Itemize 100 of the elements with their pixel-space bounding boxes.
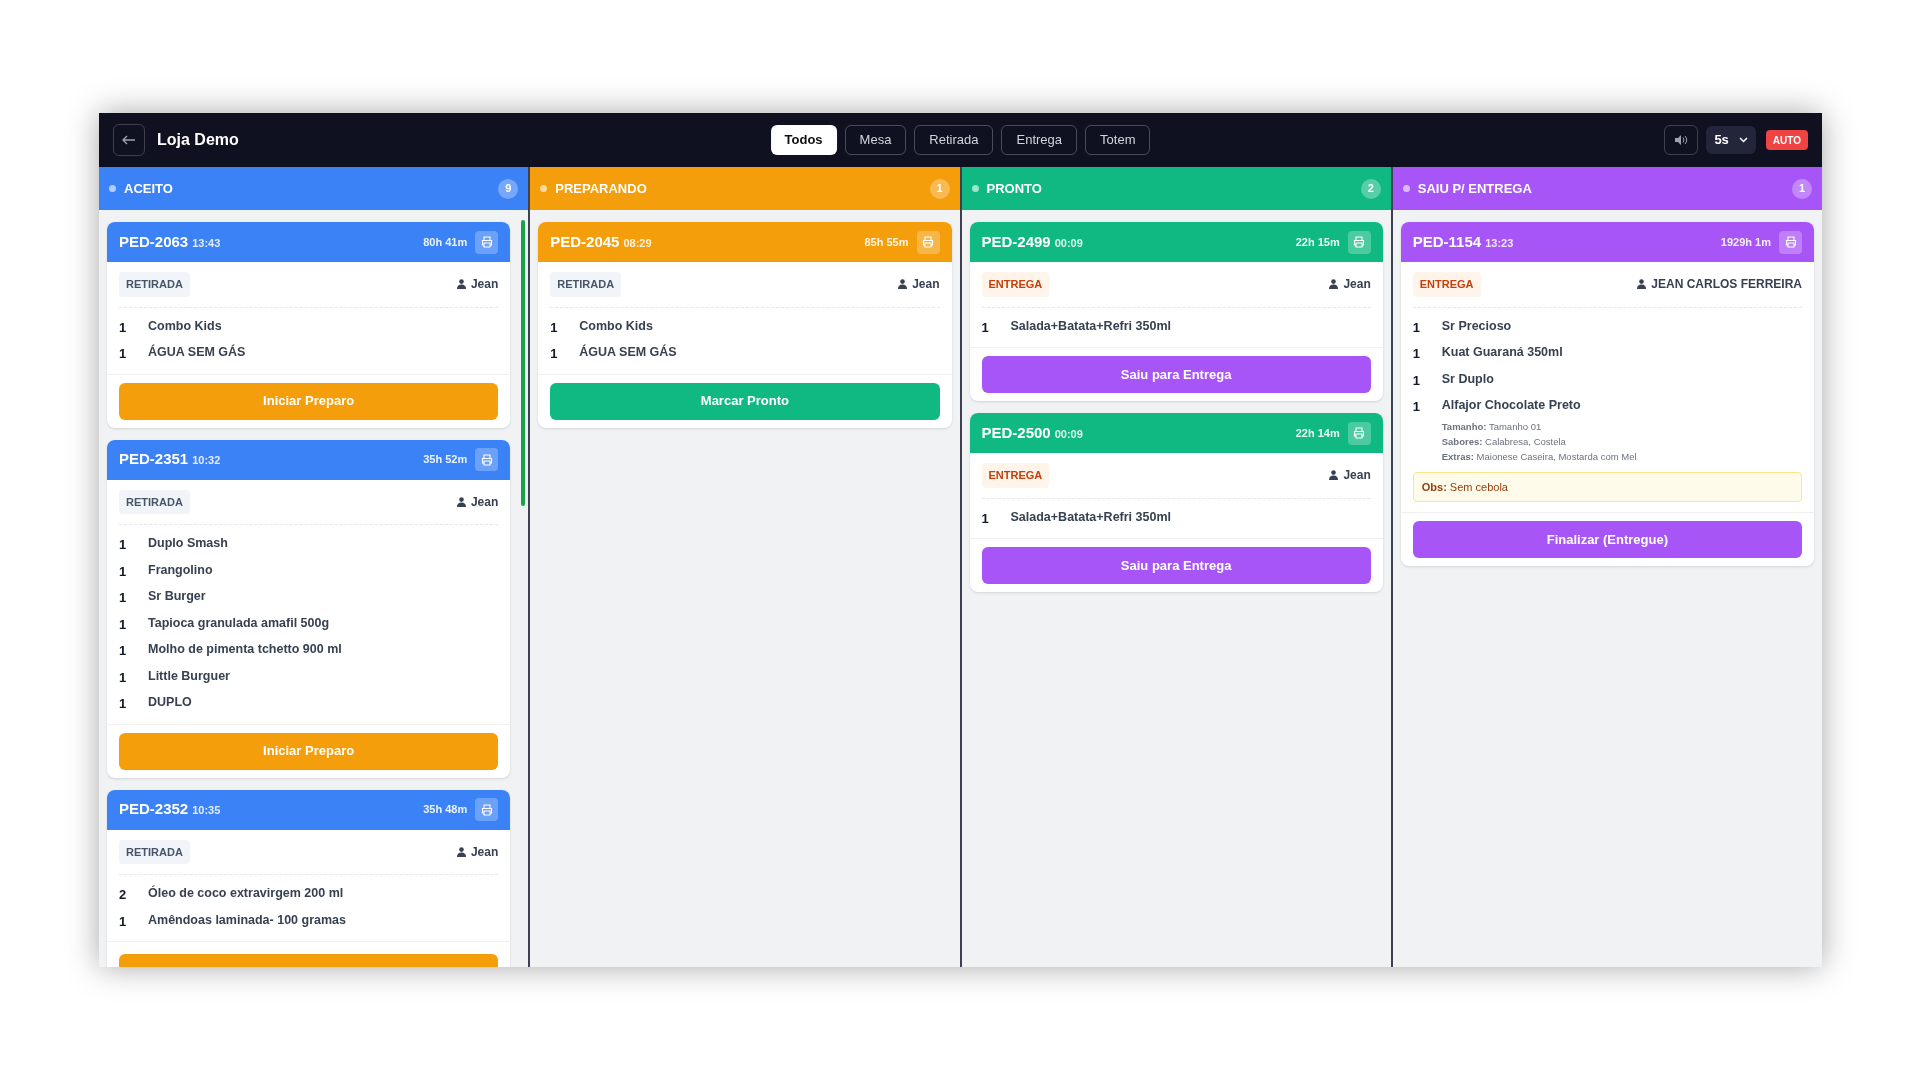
back-button[interactable]: [113, 124, 145, 156]
speaker-icon: [1674, 134, 1689, 146]
print-button[interactable]: [1779, 230, 1802, 254]
elapsed-time: 85h 55m: [864, 234, 909, 250]
order-type-tag: ENTREGA: [1412, 272, 1481, 297]
print-button[interactable]: [1347, 421, 1371, 445]
action-button[interactable]: Saiu para Entrega: [981, 356, 1371, 393]
person-icon: [456, 279, 466, 290]
filter-tab[interactable]: Todos: [770, 125, 837, 155]
elapsed-time: 22h 15m: [1295, 234, 1340, 250]
item-quantity: 1: [119, 642, 128, 660]
person-icon: [1329, 279, 1339, 290]
elapsed-time: 35h 52m: [423, 452, 468, 468]
count-badge: 2: [1360, 178, 1381, 199]
item-quantity: 1: [550, 345, 559, 363]
printer-icon: [480, 236, 493, 248]
item-quantity: 1: [119, 668, 128, 687]
customer-name: Jean: [1343, 467, 1371, 485]
order-time: 10:32: [192, 453, 221, 469]
person-icon: [456, 496, 466, 507]
item-quantity: 1: [119, 562, 128, 581]
printer-icon: [480, 803, 493, 816]
item-name: Amêndoas laminada- 100 gramas: [148, 911, 346, 929]
printer-icon: [1784, 236, 1797, 248]
action-button[interactable]: Saiu para Entrega: [981, 547, 1371, 584]
item-name: ÁGUA SEM GÁS: [579, 343, 677, 361]
print-button[interactable]: [1347, 230, 1371, 254]
item-option: Sabores: Calabresa, Costela: [1441, 433, 1637, 449]
item-quantity: 1: [1412, 318, 1421, 337]
order-number: PED-2352: [119, 799, 189, 820]
item-quantity: 1: [119, 318, 128, 337]
order-number: PED-2500: [981, 422, 1051, 443]
item-name: Salada+Batata+Refri 350ml: [1010, 317, 1171, 335]
customer-name: Jean: [470, 843, 499, 861]
elapsed-time: 1929h 1m: [1720, 234, 1771, 250]
count-badge: 9: [498, 178, 519, 199]
order-type-tag: ENTREGA: [981, 463, 1050, 488]
item-name: Salada+Batata+Refri 350ml: [1010, 508, 1171, 526]
item-name: Little Burguer: [148, 667, 230, 685]
item-quantity: 1: [119, 695, 128, 713]
back-arrow-icon: [122, 135, 136, 145]
item-quantity: 1: [119, 345, 128, 363]
person-icon: [898, 279, 908, 290]
sound-button[interactable]: [1664, 125, 1699, 155]
item-quantity: 1: [1412, 345, 1421, 363]
elapsed-time: 35h 48m: [423, 802, 468, 818]
order-time: 00:09: [1054, 235, 1083, 251]
item-name: Tapioca granulada amafil 500g: [148, 614, 330, 632]
item-name: Sr Burger: [148, 588, 206, 605]
interval-select[interactable]: 5s: [1706, 126, 1756, 154]
item-quantity: 1: [1412, 371, 1421, 390]
person-icon: [456, 846, 466, 857]
item-quantity: 1: [981, 509, 990, 528]
customer-name: Jean: [912, 276, 940, 294]
customer-name: JEAN CARLOS FERREIRA: [1651, 276, 1802, 294]
action-button[interactable]: Finalizar (Entregue): [1412, 521, 1802, 559]
order-number: PED-1154: [1412, 231, 1482, 252]
order-type-tag: RETIRADA: [119, 272, 190, 297]
printer-icon: [1353, 427, 1366, 439]
order-number: PED-2063: [119, 231, 189, 252]
column-title: PRONTO: [986, 179, 1042, 198]
item-quantity: 1: [1412, 398, 1421, 416]
item-quantity: 1: [981, 318, 990, 337]
item-name: Combo Kids: [579, 317, 653, 335]
customer-name: Jean: [470, 493, 499, 511]
item-name: Alfajor Chocolate Preto: [1441, 397, 1582, 414]
auto-badge: AUTO: [1765, 130, 1808, 150]
order-time: 08:29: [623, 235, 652, 251]
order-number: PED-2045: [550, 231, 620, 252]
order-number: PED-2351: [119, 449, 189, 470]
item-quantity: 1: [119, 912, 128, 931]
print-button[interactable]: [475, 230, 499, 254]
order-time: 10:35: [192, 803, 221, 819]
column-title: SAIU P/ ENTREGA: [1417, 179, 1532, 198]
item-name: Sr Precioso: [1441, 317, 1512, 335]
order-time: 13:23: [1485, 235, 1514, 251]
print-button[interactable]: [475, 448, 499, 471]
print-button[interactable]: [916, 230, 940, 254]
item-name: DUPLO: [148, 694, 192, 711]
item-name: Combo Kids: [148, 317, 222, 335]
item-name: ÁGUA SEM GÁS: [148, 343, 246, 361]
item-quantity: 1: [550, 318, 559, 337]
item-name: Frangolino: [148, 561, 213, 579]
order-time: 00:09: [1054, 426, 1083, 442]
order-number: PED-2499: [981, 231, 1051, 252]
item-name: Molho de pimenta tchetto 900 ml: [148, 641, 342, 658]
order-type-tag: ENTREGA: [981, 272, 1050, 297]
item-name: Óleo de coco extravirgem 200 ml: [148, 884, 344, 902]
item-name: Sr Duplo: [1441, 370, 1494, 388]
item-quantity: 1: [119, 615, 128, 634]
chevron-down-icon: [1738, 137, 1748, 143]
printer-icon: [1353, 236, 1366, 248]
item-name: Kuat Guaraná 350ml: [1441, 344, 1563, 361]
printer-icon: [480, 453, 493, 466]
print-button[interactable]: [475, 798, 499, 821]
item-quantity: 1: [119, 536, 128, 554]
item-quantity: 2: [119, 886, 128, 904]
customer-name: Jean: [470, 276, 499, 294]
order-type-tag: RETIRADA: [550, 272, 622, 297]
column-title: PREPARANDO: [555, 179, 647, 198]
